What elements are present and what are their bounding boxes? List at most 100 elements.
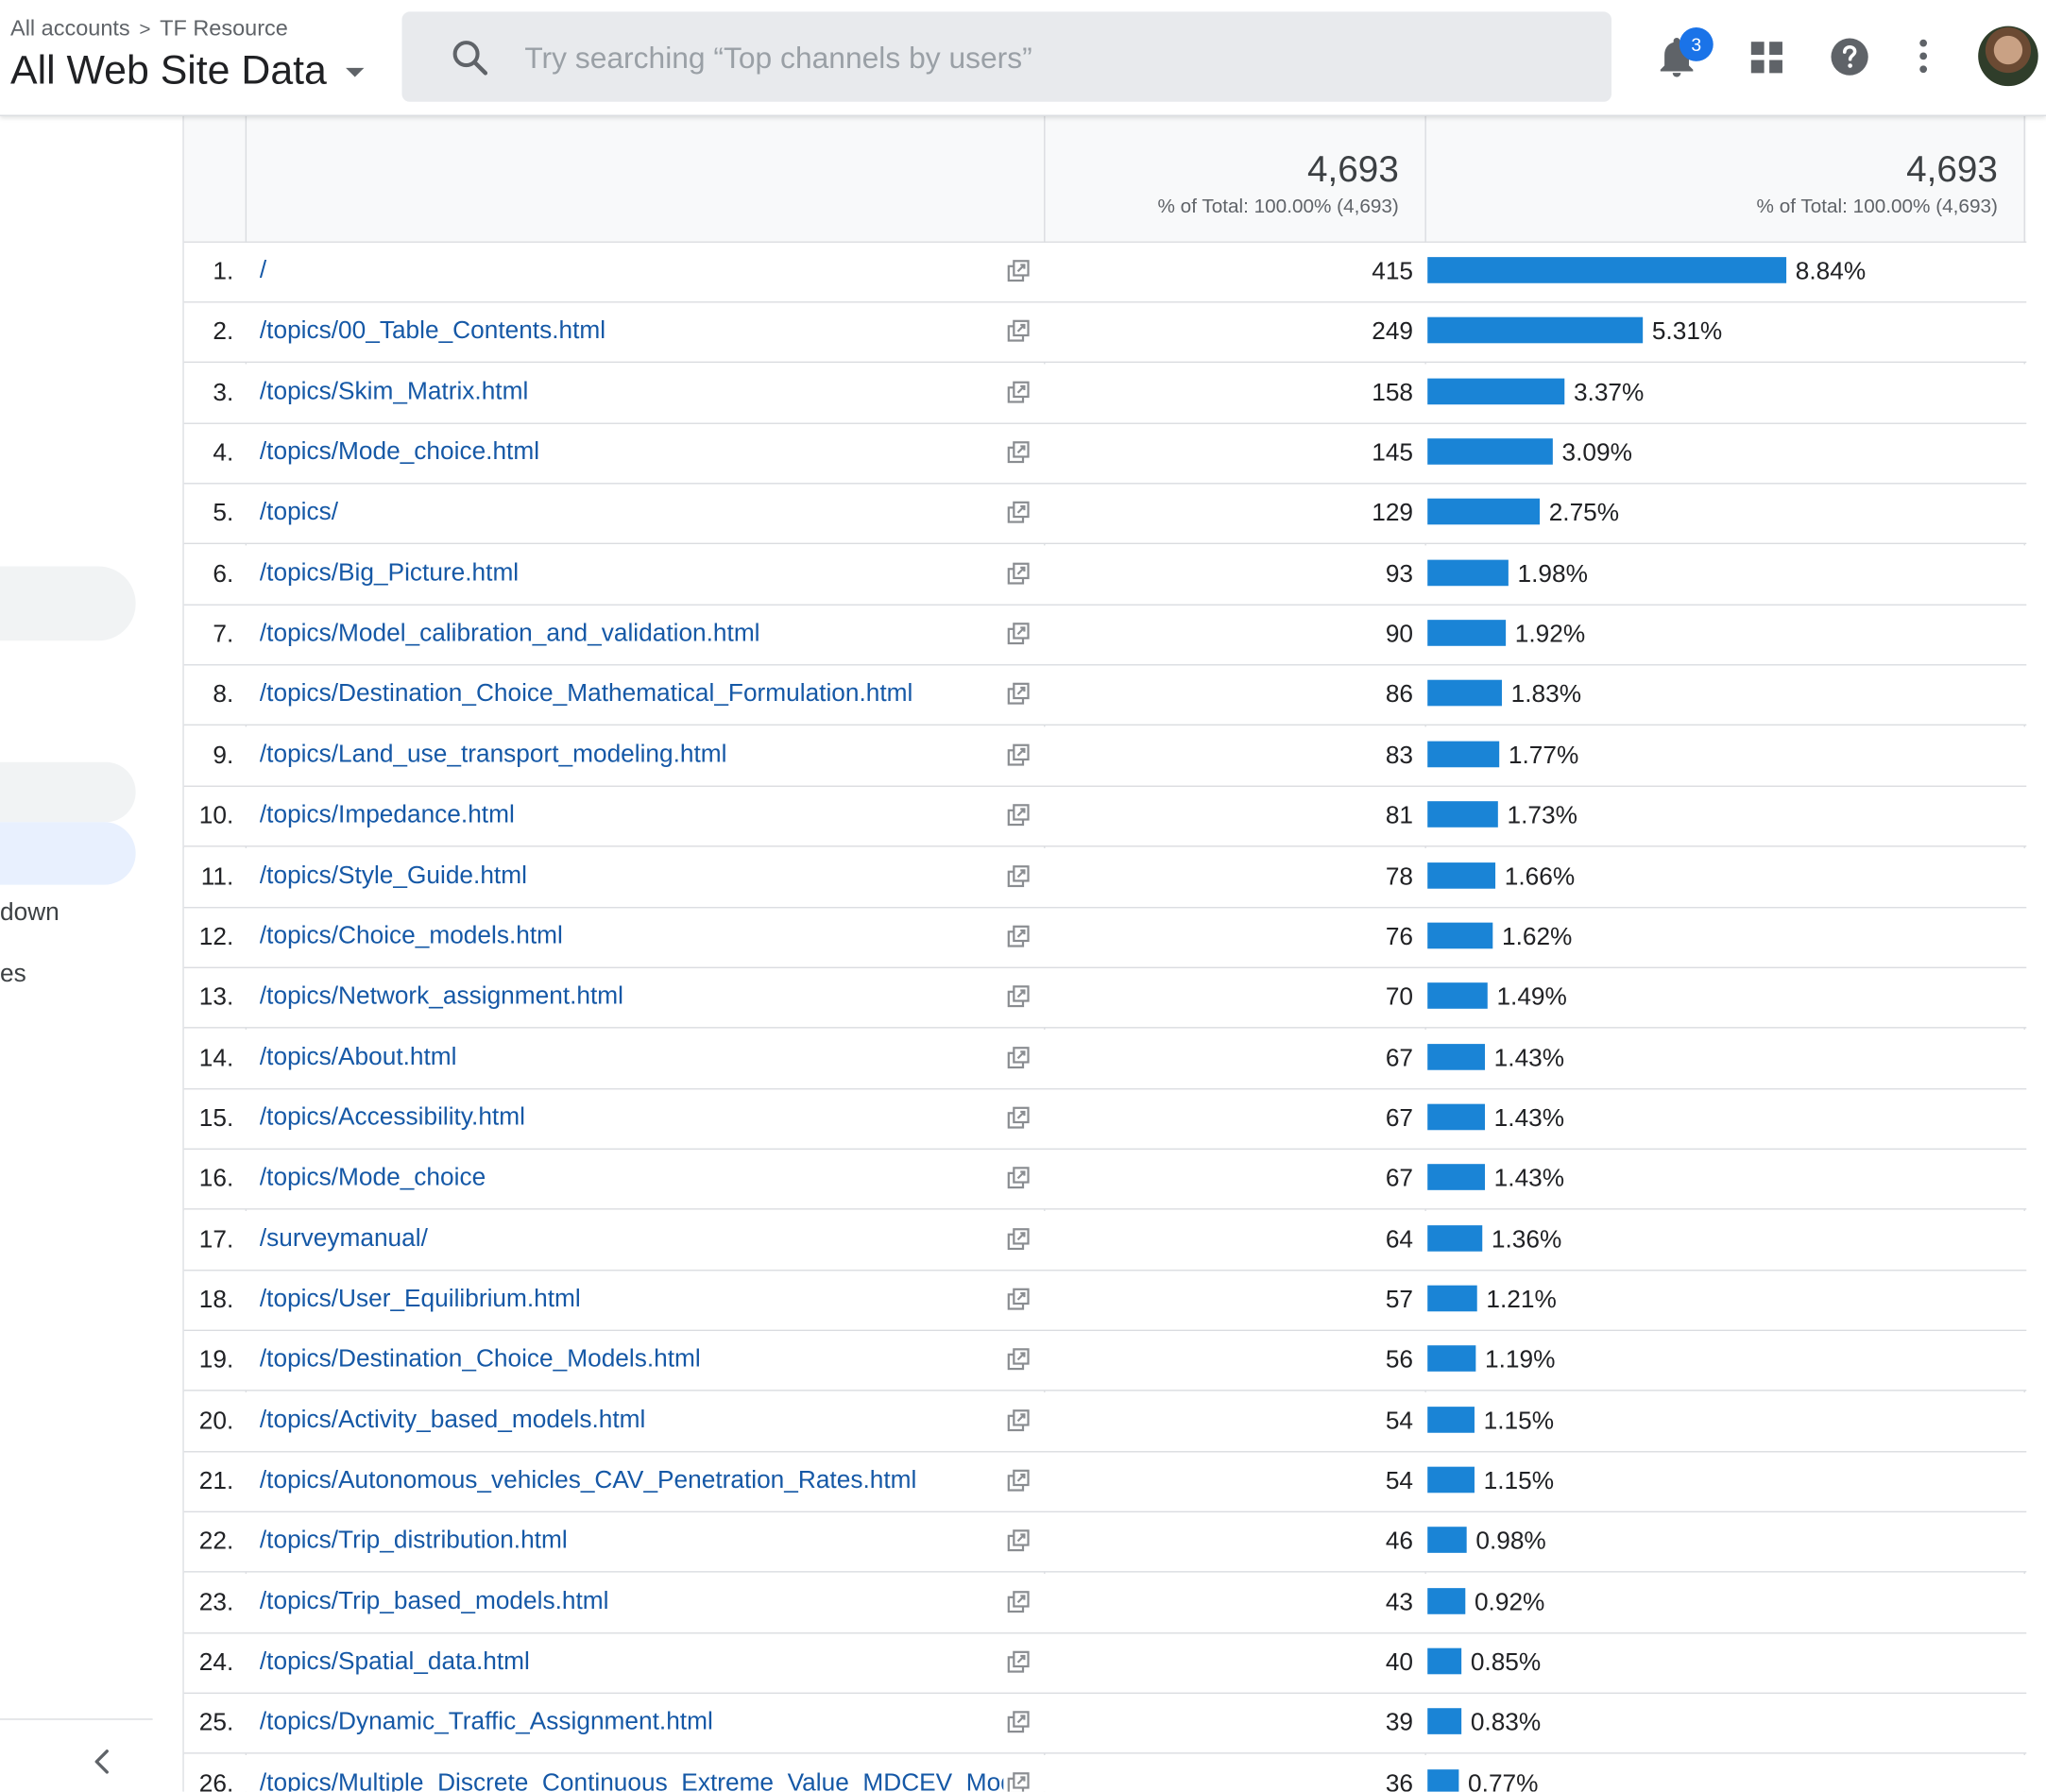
page-link[interactable]: /topics/Impedance.html (260, 801, 1003, 829)
pageviews-value: 67 (1385, 1104, 1414, 1133)
page-link[interactable]: /topics/Autonomous_vehicles_CAV_Penetrat… (260, 1467, 1003, 1495)
table-row: 17. /surveymanual/64 1.36% (183, 1210, 2027, 1271)
open-in-new-icon[interactable] (1007, 1408, 1031, 1439)
table-row: 5. /topics/129 2.75% (183, 485, 2027, 545)
page-link[interactable]: /topics/Choice_models.html (260, 922, 1003, 950)
pageviews-value: 46 (1385, 1528, 1414, 1557)
search-input[interactable] (521, 33, 1572, 81)
nav-item-label[interactable]: down (0, 899, 60, 928)
page-link[interactable]: /topics/Model_calibration_and_validation… (260, 620, 1003, 648)
chevron-left-icon[interactable] (92, 1748, 112, 1776)
open-in-new-icon[interactable] (1007, 502, 1031, 532)
percent-bar (1427, 1406, 1475, 1433)
open-in-new-icon[interactable] (1007, 562, 1031, 592)
open-in-new-icon[interactable] (1007, 1590, 1031, 1620)
avatar[interactable] (1978, 26, 2038, 87)
open-in-new-icon[interactable] (1007, 1529, 1031, 1560)
page-link[interactable]: / (260, 257, 1003, 285)
caret-down-icon[interactable] (346, 67, 365, 77)
percent-value: 1.43% (1493, 1165, 1565, 1193)
help-icon[interactable] (1830, 37, 1870, 77)
table-row: 22. /topics/Trip_distribution.html 46 0.98% (183, 1512, 2027, 1574)
percent-bar (1427, 1285, 1477, 1312)
open-in-new-icon[interactable] (1007, 1046, 1031, 1076)
page-link[interactable]: /topics/ (260, 499, 1003, 527)
open-in-new-icon[interactable] (1007, 1348, 1031, 1378)
open-in-new-icon[interactable] (1007, 985, 1031, 1015)
page-link[interactable]: /topics/Mode_choice (260, 1165, 1003, 1193)
table-row: 7. /topics/Model_calibration_and_validati… (183, 606, 2027, 666)
percent-bar (1427, 680, 1502, 707)
page-link[interactable]: /topics/00_Table_Contents.html (260, 317, 1003, 346)
page-link[interactable]: /topics/Skim_Matrix.html (260, 378, 1003, 406)
page-link[interactable]: /topics/Dynamic_Traffic_Assignment.html (260, 1709, 1003, 1737)
open-in-new-icon[interactable] (1007, 1711, 1031, 1742)
page-link[interactable]: /topics/About.html (260, 1043, 1003, 1071)
page-link[interactable]: /topics/Trip_distribution.html (260, 1527, 1003, 1556)
breadcrumb-all-accounts[interactable]: All accounts (10, 16, 130, 41)
row-rank: 21. (198, 1468, 234, 1496)
table-row: 13. /topics/Network_assignment.html 70 1.49… (183, 968, 2027, 1029)
page-link[interactable]: /topics/Destination_Choice_Models.html (260, 1346, 1003, 1374)
pageviews-value: 67 (1385, 1044, 1414, 1072)
percent-bar (1427, 499, 1541, 525)
search-icon[interactable] (449, 37, 490, 78)
nav-item-selected[interactable] (0, 822, 136, 885)
open-in-new-icon[interactable] (1007, 1106, 1031, 1136)
open-in-new-icon[interactable] (1007, 1288, 1031, 1318)
page-link[interactable]: /topics/Land_use_transport_modeling.html (260, 741, 1003, 769)
pageviews-value: 90 (1385, 621, 1414, 649)
open-in-new-icon[interactable] (1007, 804, 1031, 834)
percent-bar (1427, 559, 1509, 586)
nav-item[interactable] (0, 761, 136, 823)
row-rank: 23. (198, 1589, 234, 1617)
open-in-new-icon[interactable] (1007, 381, 1031, 411)
row-rank: 2. (213, 318, 234, 347)
percent-bar (1427, 1103, 1486, 1131)
percent-bar (1427, 801, 1498, 828)
open-in-new-icon[interactable] (1007, 260, 1031, 290)
more-vert-icon[interactable] (1910, 38, 1936, 75)
top-app-bar: All accounts > TF Resource All Web Site Da… (0, 0, 2046, 116)
breadcrumb-separator: > (139, 18, 151, 41)
breadcrumb: All accounts > TF Resource (10, 16, 288, 43)
report-table: 4,693 % of Total: 100.00% (4,693) 4,693 … (182, 115, 2027, 1792)
open-in-new-icon[interactable] (1007, 743, 1031, 774)
page-link[interactable]: /topics/Spatial_data.html (260, 1648, 1003, 1677)
pageviews-value: 67 (1385, 1165, 1414, 1193)
pageviews-value: 39 (1385, 1710, 1414, 1738)
page-link[interactable]: /topics/Multiple_Discrete_Continuous_Ext… (260, 1769, 1003, 1792)
page-link[interactable]: /topics/Destination_Choice_Mathematical_… (260, 680, 1003, 708)
row-rank: 6. (213, 560, 234, 589)
open-in-new-icon[interactable] (1007, 1650, 1031, 1681)
open-in-new-icon[interactable] (1007, 1227, 1031, 1257)
open-in-new-icon[interactable] (1007, 441, 1031, 471)
nav-item[interactable] (0, 566, 136, 641)
page-link[interactable]: /topics/User_Equilibrium.html (260, 1286, 1003, 1314)
page-link[interactable]: /topics/Mode_choice.html (260, 438, 1003, 467)
open-in-new-icon[interactable] (1007, 623, 1031, 653)
apps-grid-icon[interactable] (1749, 41, 1783, 75)
percent-bar (1427, 378, 1565, 404)
percent-value: 1.49% (1496, 983, 1567, 1012)
open-in-new-icon[interactable] (1007, 1771, 1031, 1792)
page-link[interactable]: /topics/Accessibility.html (260, 1103, 1003, 1132)
page-link[interactable]: /topics/Big_Picture.html (260, 559, 1003, 588)
nav-item-label[interactable]: es (0, 961, 26, 989)
breadcrumb-account[interactable]: TF Resource (160, 16, 288, 41)
open-in-new-icon[interactable] (1007, 1469, 1031, 1499)
pageviews-value: 78 (1385, 862, 1414, 891)
page-link[interactable]: /topics/Network_assignment.html (260, 982, 1003, 1011)
open-in-new-icon[interactable] (1007, 864, 1031, 895)
percent-value: 1.98% (1517, 560, 1588, 589)
page-link[interactable]: /topics/Trip_based_models.html (260, 1588, 1003, 1616)
open-in-new-icon[interactable] (1007, 925, 1031, 955)
page-link[interactable]: /surveymanual/ (260, 1225, 1003, 1254)
open-in-new-icon[interactable] (1007, 1167, 1031, 1197)
page-link[interactable]: /topics/Activity_based_models.html (260, 1407, 1003, 1435)
page-link[interactable]: /topics/Style_Guide.html (260, 862, 1003, 890)
pageviews-value: 81 (1385, 802, 1414, 830)
open-in-new-icon[interactable] (1007, 320, 1031, 350)
open-in-new-icon[interactable] (1007, 683, 1031, 713)
view-selector[interactable]: All Web Site Data (10, 47, 327, 94)
